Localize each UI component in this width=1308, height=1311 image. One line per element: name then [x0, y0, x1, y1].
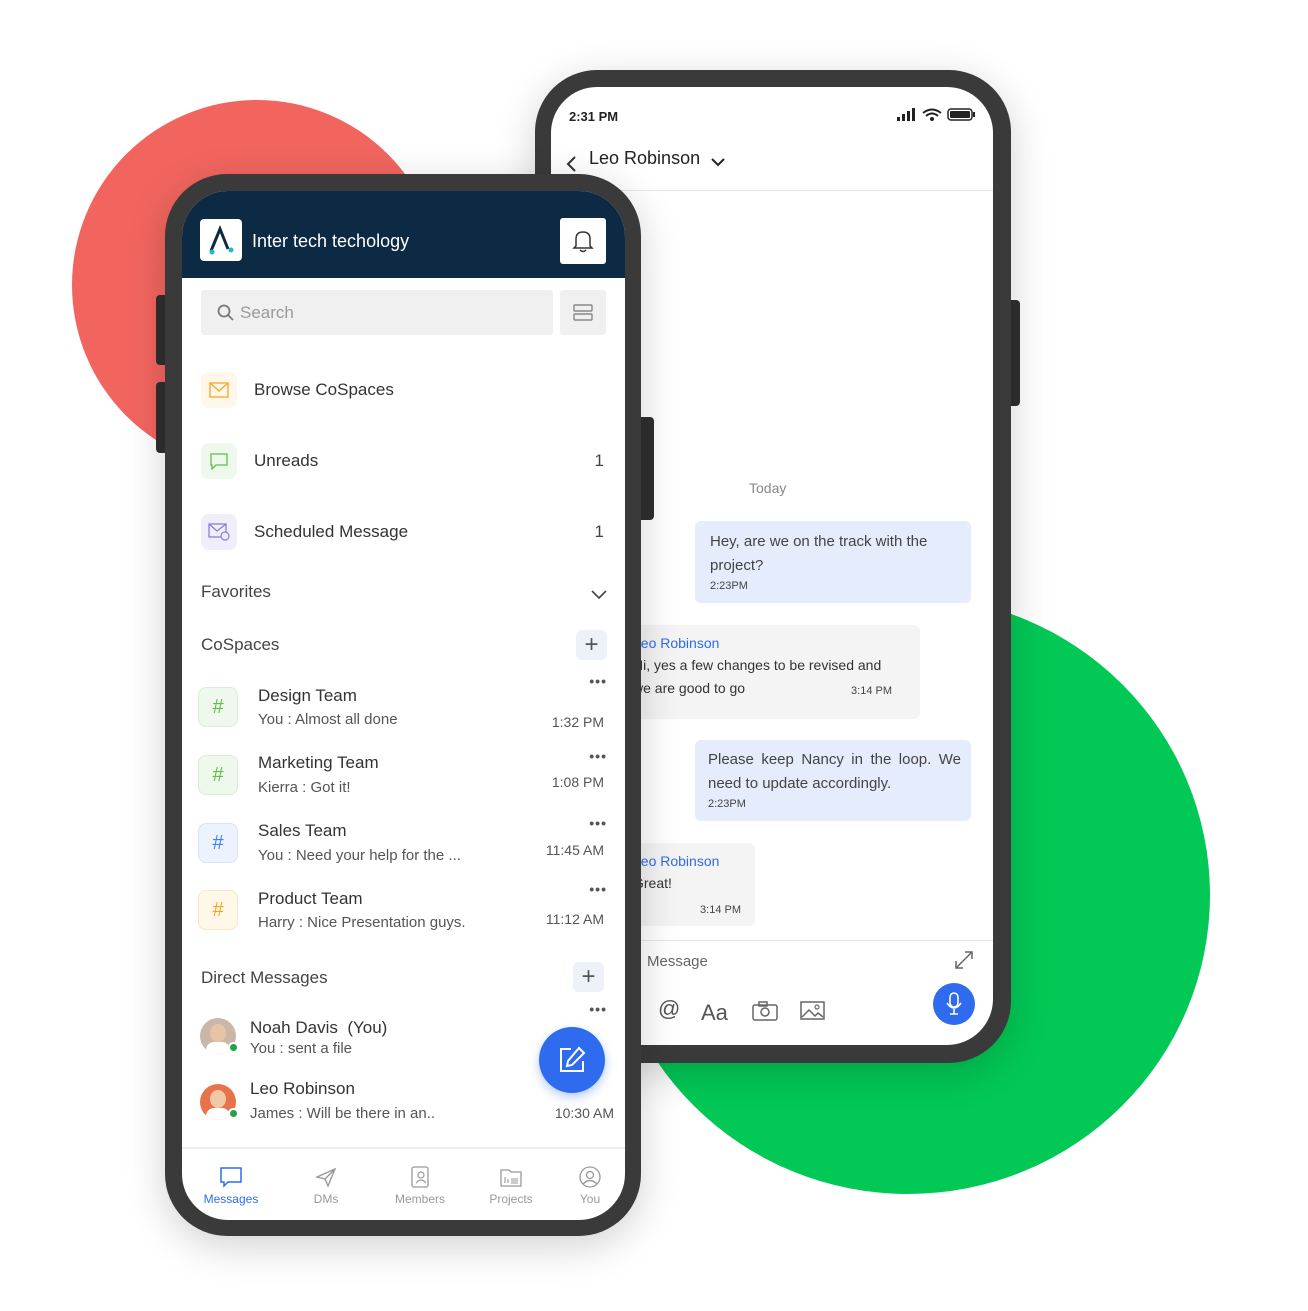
hash-icon: #: [198, 823, 238, 863]
message-time: 2:23PM: [708, 798, 746, 810]
more-options-icon[interactable]: •••: [589, 673, 607, 689]
microphone-icon: [946, 992, 962, 1015]
chat-contact-name[interactable]: Leo Robinson: [589, 148, 700, 169]
message-outgoing: Please keep Nancy in the loop. We need t…: [695, 740, 971, 821]
dm-name: Noah Davis (You): [250, 1018, 388, 1037]
tab-projects[interactable]: Projects: [466, 1166, 556, 1206]
favorites-header[interactable]: Favorites: [201, 582, 271, 602]
dm-time: 10:30 AM: [554, 1105, 614, 1121]
message-text: Great!: [633, 875, 672, 891]
compose-button[interactable]: [539, 1027, 605, 1093]
add-dm-button[interactable]: +: [573, 962, 604, 992]
search-placeholder: Search: [240, 303, 294, 322]
tab-label: Members: [394, 1192, 445, 1206]
date-divider: Today: [749, 480, 787, 496]
chevron-down-icon[interactable]: [711, 154, 725, 172]
compose-icon: [560, 1046, 586, 1072]
search-icon: [217, 304, 234, 321]
message-input[interactable]: Message: [647, 953, 708, 970]
cospace-preview: You : Almost all done: [258, 711, 398, 728]
messages-phone: Inter tech techology Search Browse CoSpa…: [165, 174, 641, 1236]
tab-bar-divider: [182, 1147, 625, 1149]
more-options-icon[interactable]: •••: [589, 748, 607, 764]
menu-unreads[interactable]: Unreads: [254, 451, 318, 471]
message-text: Hey, are we on the track with the projec…: [710, 533, 928, 574]
paper-plane-icon: [315, 1167, 337, 1188]
hash-icon: #: [198, 890, 238, 930]
status-icons: [897, 108, 977, 127]
tab-label: DMs: [313, 1192, 339, 1206]
tab-messages[interactable]: Messages: [186, 1166, 276, 1206]
hash-icon: #: [198, 755, 238, 795]
unreads-icon: [201, 443, 237, 479]
scheduled-count: 1: [594, 522, 604, 541]
chat-bubble-icon: [220, 1167, 242, 1188]
filter-button[interactable]: [560, 290, 606, 335]
tab-label: Messages: [203, 1192, 259, 1206]
cospace-time: 11:45 AM: [545, 842, 604, 858]
message-time: 3:14 PM: [851, 685, 892, 697]
camera-icon[interactable]: [752, 1001, 778, 1026]
dm-preview: You : sent a file: [250, 1040, 353, 1057]
cospace-time: 11:12 AM: [545, 911, 604, 927]
message-time: 2:23PM: [710, 580, 748, 592]
add-cospace-button[interactable]: +: [576, 630, 607, 660]
search-input[interactable]: Search: [201, 290, 553, 335]
more-options-icon[interactable]: •••: [589, 1001, 607, 1017]
hash-icon: #: [198, 687, 238, 727]
cospace-name: Sales Team: [258, 821, 347, 840]
message-incoming: Leo Robinson Hi, yes a few changes to be…: [617, 625, 920, 719]
messages-screen: Inter tech techology Search Browse CoSpa…: [182, 191, 625, 1220]
more-options-icon[interactable]: •••: [589, 815, 607, 831]
bell-icon: [572, 231, 594, 253]
cospace-time: 1:08 PM: [551, 774, 604, 790]
scheduled-message-icon: [201, 514, 237, 550]
image-icon[interactable]: [800, 1001, 825, 1026]
cospace-time: 1:32 PM: [551, 714, 604, 730]
menu-browse-cospaces[interactable]: Browse CoSpaces: [254, 380, 394, 400]
mention-button[interactable]: @: [658, 996, 680, 1022]
browse-cospaces-icon: [201, 372, 237, 408]
contacts-book-icon: [411, 1166, 429, 1188]
expand-icon[interactable]: [953, 949, 975, 976]
message-time: 3:14 PM: [700, 904, 741, 916]
more-options-icon[interactable]: •••: [589, 881, 607, 897]
tab-label: Projects: [489, 1192, 533, 1206]
tab-label: You: [579, 1192, 601, 1206]
unreads-count: 1: [594, 451, 604, 470]
tab-dms[interactable]: DMs: [281, 1166, 371, 1206]
chevron-down-icon[interactable]: [591, 587, 607, 605]
tab-members[interactable]: Members: [375, 1166, 465, 1206]
folder-icon: [500, 1169, 522, 1187]
cospaces-header: CoSpaces: [201, 635, 280, 654]
message-text: Please keep Nancy in the loop. We need t…: [708, 751, 961, 792]
cospace-name: Marketing Team: [258, 753, 379, 772]
message-text: Hi, yes a few changes to be revised and …: [633, 657, 882, 696]
dm-name: Leo Robinson: [250, 1079, 355, 1098]
status-time: 2:31 PM: [569, 109, 619, 124]
layout-icon: [573, 304, 593, 321]
direct-messages-header: Direct Messages: [201, 968, 328, 987]
cospace-preview: You : Need your help for the ...: [258, 847, 461, 864]
tab-you[interactable]: You: [545, 1166, 625, 1206]
online-status-dot: [228, 1108, 239, 1119]
microphone-button[interactable]: [933, 983, 975, 1025]
workspace-name[interactable]: Inter tech techology: [252, 231, 409, 252]
menu-scheduled-message[interactable]: Scheduled Message: [254, 522, 408, 542]
cospace-name: Product Team: [258, 889, 363, 908]
message-sender: Leo Robinson: [633, 635, 720, 651]
workspace-logo[interactable]: [200, 219, 242, 261]
cospace-preview: Harry : Nice Presentation guys.: [258, 914, 466, 931]
format-text-button[interactable]: Aa: [701, 1000, 728, 1026]
cospace-name: Design Team: [258, 686, 357, 705]
online-status-dot: [228, 1042, 239, 1053]
cospace-preview: Kierra : Got it!: [258, 779, 351, 796]
dm-preview: James : Will be there in an..: [250, 1105, 436, 1122]
notifications-button[interactable]: [560, 218, 606, 264]
message-sender: Leo Robinson: [633, 853, 720, 869]
message-outgoing: Hey, are we on the track with the projec…: [695, 521, 971, 603]
user-circle-icon: [579, 1166, 601, 1188]
